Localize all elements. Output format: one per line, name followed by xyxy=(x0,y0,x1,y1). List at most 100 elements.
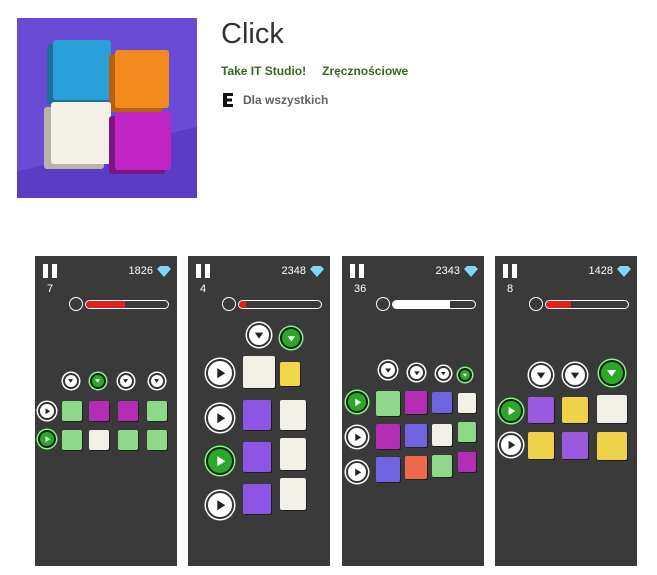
chevron-down-icon xyxy=(536,372,546,379)
score: 2348 xyxy=(281,265,306,277)
score: 1428 xyxy=(588,265,613,277)
row-button[interactable] xyxy=(346,426,368,448)
tile[interactable] xyxy=(118,430,138,450)
tile[interactable] xyxy=(597,395,627,423)
row-button[interactable] xyxy=(206,447,234,475)
tile[interactable] xyxy=(405,456,427,479)
row-button[interactable] xyxy=(206,359,234,387)
play-arrow-icon xyxy=(45,408,50,414)
column-button[interactable] xyxy=(247,323,271,347)
chevron-down-icon xyxy=(287,335,295,342)
tile[interactable] xyxy=(243,484,271,514)
tile[interactable] xyxy=(458,393,476,413)
column-button[interactable] xyxy=(63,373,79,389)
tile[interactable] xyxy=(147,430,167,450)
timer-fill xyxy=(393,301,451,308)
timer-fill xyxy=(239,301,246,308)
row-button[interactable] xyxy=(499,399,523,423)
tile[interactable] xyxy=(528,432,554,459)
tile[interactable] xyxy=(62,401,82,421)
column-button[interactable] xyxy=(563,363,587,387)
level: 4 xyxy=(200,283,207,295)
row-button[interactable] xyxy=(346,391,368,413)
category-link[interactable]: Zręcznościowe xyxy=(322,64,408,78)
app-meta: Take IT Studio! Zręcznościowe xyxy=(221,64,408,78)
developer-link[interactable]: Take IT Studio! xyxy=(221,64,306,78)
tile[interactable] xyxy=(432,424,452,446)
chevron-down-icon xyxy=(68,379,74,384)
tile[interactable] xyxy=(405,391,427,414)
tile[interactable] xyxy=(432,455,452,477)
timer-fill xyxy=(86,301,126,308)
tile[interactable] xyxy=(376,457,400,482)
timer-bar xyxy=(238,300,322,309)
chevron-down-icon xyxy=(441,372,446,376)
tile[interactable] xyxy=(280,438,306,470)
pause-icon xyxy=(350,264,366,278)
tile[interactable] xyxy=(118,401,138,421)
tile[interactable] xyxy=(280,400,306,430)
screenshot-3[interactable]: 2343 36 xyxy=(342,256,484,566)
screenshot-2[interactable]: 2348 4 xyxy=(188,256,330,566)
clock-icon xyxy=(529,297,543,311)
tile[interactable] xyxy=(458,452,476,472)
pause-icon xyxy=(196,264,212,278)
screenshot-1[interactable]: 1826 7 xyxy=(35,256,177,566)
column-button[interactable] xyxy=(458,368,472,382)
cube-blue xyxy=(53,40,111,100)
tile[interactable] xyxy=(597,432,627,460)
row-button[interactable] xyxy=(206,491,234,519)
level: 36 xyxy=(354,283,367,295)
tile[interactable] xyxy=(89,401,109,421)
column-button[interactable] xyxy=(379,361,397,379)
chevron-down-icon xyxy=(462,373,468,377)
cube-orange xyxy=(115,50,169,108)
chevron-down-icon xyxy=(413,370,420,375)
tile[interactable] xyxy=(243,442,271,472)
row-button[interactable] xyxy=(346,461,368,483)
row-button[interactable] xyxy=(38,402,56,420)
diamond-icon xyxy=(157,266,171,277)
column-button[interactable] xyxy=(90,373,106,389)
row-button[interactable] xyxy=(499,433,523,457)
row-button[interactable] xyxy=(38,430,56,448)
tile[interactable] xyxy=(562,432,588,459)
play-arrow-icon xyxy=(217,499,226,511)
clock-icon xyxy=(376,297,390,311)
clock-icon xyxy=(69,297,83,311)
tile[interactable] xyxy=(528,397,554,423)
content-rating: Dla wszystkich xyxy=(221,92,328,108)
diamond-icon xyxy=(310,266,324,277)
tile[interactable] xyxy=(376,424,400,449)
column-button[interactable] xyxy=(118,373,134,389)
screenshot-4[interactable]: 1428 8 xyxy=(495,256,637,566)
tile[interactable] xyxy=(458,422,476,442)
tile[interactable] xyxy=(376,391,400,416)
column-button[interactable] xyxy=(436,366,451,381)
tile[interactable] xyxy=(280,478,306,510)
column-button[interactable] xyxy=(408,364,425,381)
app-title: Click xyxy=(221,18,284,50)
tile[interactable] xyxy=(243,356,275,388)
score: 2343 xyxy=(435,265,460,277)
pause-icon xyxy=(43,264,59,278)
tile[interactable] xyxy=(62,430,82,450)
tile[interactable] xyxy=(562,397,588,423)
row-button[interactable] xyxy=(206,404,234,432)
tile[interactable] xyxy=(432,392,452,413)
timer-bar xyxy=(392,300,476,309)
play-arrow-icon xyxy=(45,436,50,442)
column-button[interactable] xyxy=(149,373,165,389)
chevron-down-icon xyxy=(123,379,129,384)
column-button[interactable] xyxy=(599,360,625,386)
column-button[interactable] xyxy=(529,363,553,387)
column-button[interactable] xyxy=(280,327,302,349)
tile[interactable] xyxy=(243,400,271,430)
tile[interactable] xyxy=(89,430,109,450)
tile[interactable] xyxy=(147,401,167,421)
tile[interactable] xyxy=(405,424,427,447)
clock-icon xyxy=(222,297,236,311)
tile[interactable] xyxy=(280,362,300,386)
timer-bar xyxy=(85,300,169,309)
cube-purple xyxy=(115,112,171,170)
